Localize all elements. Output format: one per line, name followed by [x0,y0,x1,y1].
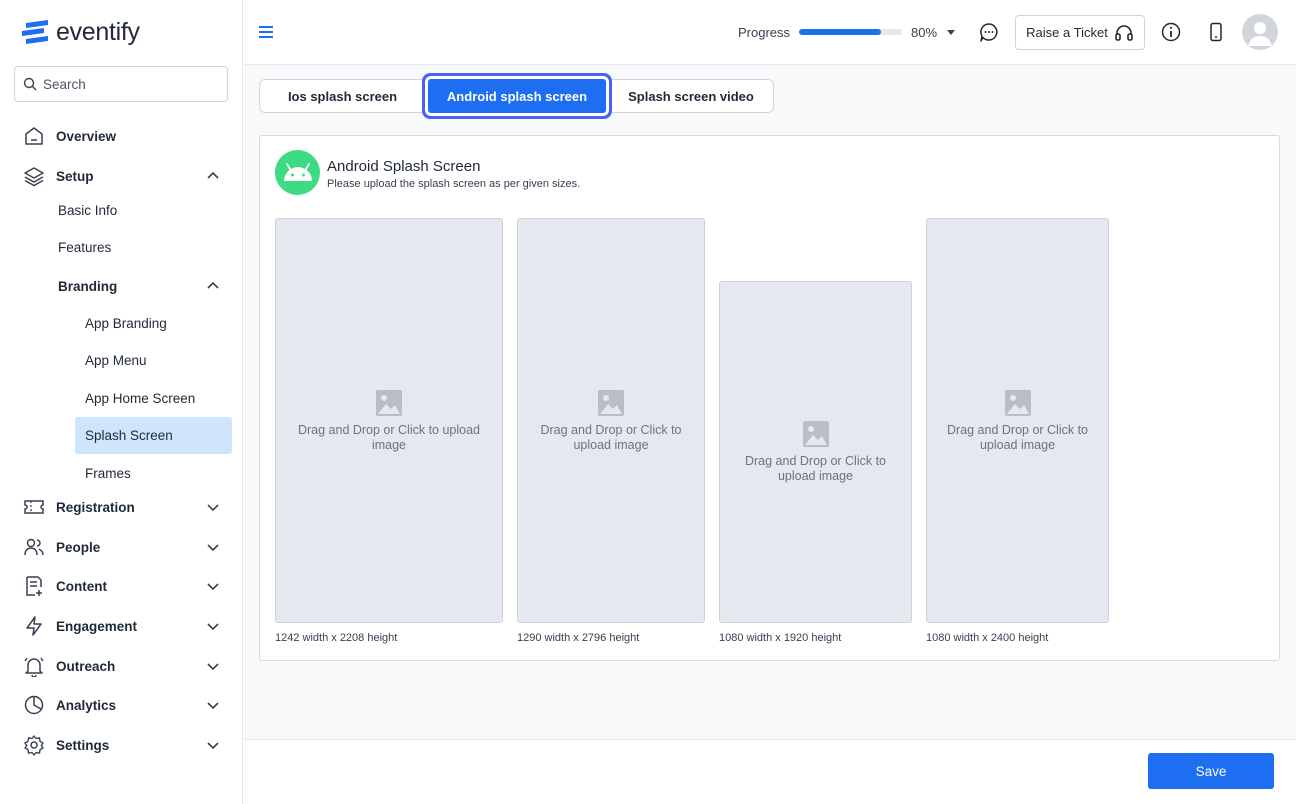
eventify-logo-icon [22,19,48,44]
sidebar-label-content: Content [56,578,107,594]
sidebar-item-app-branding[interactable]: App Branding [85,316,167,331]
headset-icon [1115,24,1133,41]
card-subtitle: Please upload the splash screen as per g… [327,178,581,190]
sidebar-label-registration: Registration [56,499,135,515]
lightning-icon [22,614,46,638]
splash-tabs: Ios splash screen Android splash screen … [259,79,774,113]
size-caption-3: 1080 width x 1920 height [719,632,842,644]
upload-text: Drag and Drop or Click to upload image [540,422,682,452]
caret-down-icon[interactable] [946,29,956,37]
document-add-icon [22,574,46,598]
image-placeholder-icon [802,421,829,447]
chevron-down-icon [207,583,219,591]
card-title: Android Splash Screen [327,158,481,175]
ticket-icon [22,495,46,519]
sidebar-label-overview: Overview [56,128,117,144]
upload-text: Drag and Drop or Click to upload image [744,454,887,483]
pie-chart-icon [22,693,46,717]
chevron-down-icon [207,663,219,671]
size-caption-4: 1080 width x 2400 height [926,632,1049,644]
people-icon [22,535,46,559]
logo-text: eventify [56,18,140,46]
chevron-up-icon [207,281,219,289]
upload-text: Drag and Drop or Click to upload image [946,422,1089,452]
sidebar-item-app-home-screen[interactable]: App Home Screen [85,391,195,406]
sidebar-item-settings[interactable]: Settings [22,730,222,760]
sidebar-item-registration[interactable]: Registration [22,492,222,522]
info-icon[interactable] [1159,20,1183,44]
footer-bar: Save [244,739,1296,804]
sidebar-item-content[interactable]: Content [22,571,222,601]
sidebar-label-analytics: Analytics [56,697,117,713]
sidebar-item-engagement[interactable]: Engagement [22,611,222,641]
search-box[interactable] [14,66,228,102]
sidebar-item-outreach[interactable]: Outreach [22,651,222,681]
tab-splash-video[interactable]: Splash screen video [608,79,774,113]
main-content: Ios splash screen Android splash screen … [244,65,1296,739]
bell-icon [22,654,46,678]
sidebar-label-people: People [56,539,101,555]
mobile-phone-icon[interactable] [1204,20,1228,44]
gear-icon [22,733,46,757]
progress-bar-fill [799,29,882,35]
upload-dropzone-2[interactable]: Drag and Drop or Click to upload image [517,218,705,623]
user-icon [1248,22,1272,46]
image-placeholder-icon [598,389,624,416]
chevron-down-icon [207,623,219,631]
sidebar-label-setup: Setup [56,168,94,184]
chevron-down-icon [207,742,219,750]
sidebar-item-branding[interactable]: Branding [58,274,222,298]
chevron-down-icon [207,702,219,710]
upload-dropzone-4[interactable]: Drag and Drop or Click to upload image [926,218,1109,623]
upload-dropzone-3[interactable]: Drag and Drop or Click to upload image [719,281,912,623]
size-caption-2: 1290 width x 2796 height [517,632,640,644]
search-icon [23,77,37,91]
progress-label: Progress [738,25,791,40]
sidebar-label-settings: Settings [56,737,110,753]
sidebar-item-features[interactable]: Features [58,240,111,255]
sidebar-item-people[interactable]: People [22,532,222,562]
layers-icon [22,164,46,188]
sidebar-item-splash-screen[interactable]: Splash Screen [85,428,173,443]
hamburger-menu-icon[interactable] [258,25,274,39]
sidebar: eventify Overview Setup Basic Info Featu… [0,0,243,804]
chevron-down-icon [207,504,219,512]
progress-percent: 80% [911,25,938,40]
upload-text: Drag and Drop or Click to upload image [297,422,481,452]
upload-dropzone-1[interactable]: Drag and Drop or Click to upload image [275,218,503,623]
chevron-up-icon [207,171,219,179]
save-button[interactable]: Save [1148,753,1274,789]
sidebar-item-setup[interactable]: Setup [22,161,222,191]
raise-ticket-button[interactable]: Raise a Ticket [1015,15,1145,50]
size-caption-1: 1242 width x 2208 height [275,632,398,644]
image-placeholder-icon [1004,389,1031,416]
progress-bar [799,29,902,35]
top-header: Progress 80% Raise a Ticket [244,0,1296,65]
sidebar-label-engagement: Engagement [56,618,138,634]
chevron-down-icon [207,544,219,552]
chat-icon[interactable] [977,20,1001,44]
sidebar-item-app-menu[interactable]: App Menu [85,353,147,368]
tab-ios-splash[interactable]: Ios splash screen [259,79,426,113]
sidebar-item-frames[interactable]: Frames [85,466,131,481]
sidebar-item-basic-info[interactable]: Basic Info [58,203,117,218]
sidebar-item-overview[interactable]: Overview [22,121,222,151]
logo[interactable]: eventify [22,18,140,47]
image-placeholder-icon [376,389,402,416]
home-icon [22,124,46,148]
search-input[interactable] [43,76,213,92]
sidebar-label-branding: Branding [58,278,118,294]
sidebar-label-outreach: Outreach [56,658,116,674]
sidebar-item-analytics[interactable]: Analytics [22,690,222,720]
raise-ticket-label: Raise a Ticket [1026,25,1108,40]
android-splash-card: Android Splash Screen Please upload the … [259,135,1280,661]
android-icon [275,150,320,195]
tab-android-splash[interactable]: Android splash screen [428,79,606,113]
user-avatar[interactable] [1242,14,1278,50]
